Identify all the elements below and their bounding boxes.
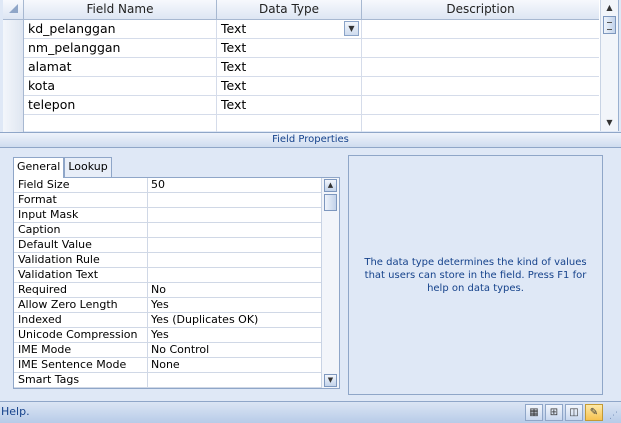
property-value[interactable] (148, 373, 320, 387)
scroll-up-icon[interactable]: ▲ (603, 2, 616, 14)
data-type-cell[interactable]: Text (217, 58, 362, 77)
status-text: Help. (1, 405, 30, 418)
data-type-cell[interactable]: Text ▼ (217, 20, 362, 39)
select-all-icon[interactable] (9, 4, 18, 13)
view-switcher: ▦ ⊞ ◫ ✎ (525, 404, 603, 421)
status-bar: Help. ▦ ⊞ ◫ ✎ ⋰ (0, 401, 621, 423)
property-value[interactable]: 50 (148, 178, 320, 192)
pivot-chart-view-icon[interactable]: ◫ (565, 404, 583, 421)
property-value[interactable] (148, 238, 320, 252)
property-label: Input Mask (14, 208, 148, 222)
property-label: Smart Tags (14, 373, 148, 387)
field-row[interactable]: nm_pelanggan Text (3, 39, 599, 58)
column-header-data-type[interactable]: Data Type (217, 0, 362, 20)
property-help-panel: The data type determines the kind of val… (348, 155, 603, 395)
property-row[interactable]: Allow Zero Length Yes (14, 298, 339, 313)
property-value[interactable]: No (148, 283, 320, 297)
chevron-down-icon[interactable]: ▼ (344, 21, 359, 36)
field-name-cell[interactable]: kd_pelanggan (24, 20, 217, 39)
scroll-down-icon[interactable]: ▼ (603, 117, 616, 129)
grid-header: Field Name Data Type Description (3, 0, 599, 20)
resize-grip-icon[interactable]: ⋰ (609, 411, 619, 421)
property-row[interactable]: Validation Rule (14, 253, 339, 268)
property-row[interactable]: IME Mode No Control (14, 343, 339, 358)
field-row[interactable]: alamat Text (3, 58, 599, 77)
pivot-table-view-icon[interactable]: ⊞ (545, 404, 563, 421)
field-name-cell[interactable]: nm_pelanggan (24, 39, 217, 58)
field-row[interactable]: telepon Text (3, 96, 599, 115)
table-design-grid: Field Name Data Type Description kd_pela… (3, 0, 619, 134)
field-properties-header: Field Properties (0, 132, 621, 148)
property-row[interactable]: Default Value (14, 238, 339, 253)
property-value[interactable]: Yes (148, 298, 320, 312)
property-label: Indexed (14, 313, 148, 327)
property-label: Default Value (14, 238, 148, 252)
scroll-up-icon[interactable]: ▲ (324, 179, 337, 192)
field-rows: kd_pelanggan Text ▼ nm_pelanggan Text al… (3, 20, 599, 134)
property-value[interactable] (148, 268, 320, 282)
property-label: Caption (14, 223, 148, 237)
property-label: Allow Zero Length (14, 298, 148, 312)
scroll-thumb[interactable] (603, 16, 616, 34)
description-cell[interactable] (362, 39, 599, 58)
field-properties-list: Field Size 50 Format Input Mask Caption D… (13, 177, 340, 389)
property-value[interactable] (148, 253, 320, 267)
properties-scrollbar[interactable]: ▲ ▼ (321, 178, 339, 388)
field-row[interactable]: kd_pelanggan Text ▼ (3, 20, 599, 39)
property-label: Required (14, 283, 148, 297)
property-label: Validation Rule (14, 253, 148, 267)
field-row[interactable]: kota Text (3, 77, 599, 96)
properties-tabs: General Lookup (13, 157, 112, 178)
description-cell[interactable] (362, 96, 599, 115)
row-selector[interactable] (3, 20, 24, 39)
property-label: Validation Text (14, 268, 148, 282)
property-value[interactable]: Yes (148, 328, 320, 342)
property-label: IME Mode (14, 343, 148, 357)
property-row[interactable]: Unicode Compression Yes (14, 328, 339, 343)
property-row[interactable]: Required No (14, 283, 339, 298)
property-row[interactable]: Indexed Yes (Duplicates OK) (14, 313, 339, 328)
design-view-icon[interactable]: ✎ (585, 404, 603, 421)
property-label: IME Sentence Mode (14, 358, 148, 372)
property-row[interactable]: Smart Tags (14, 373, 339, 388)
column-header-field-name[interactable]: Field Name (24, 0, 217, 20)
row-selector[interactable] (3, 96, 24, 115)
description-cell[interactable] (362, 77, 599, 96)
property-value[interactable] (148, 223, 320, 237)
property-value[interactable] (148, 193, 320, 207)
grid-vertical-scrollbar[interactable]: ▲ ▼ (600, 0, 618, 131)
property-row[interactable]: Validation Text (14, 268, 339, 283)
property-row[interactable]: Input Mask (14, 208, 339, 223)
property-row[interactable]: IME Sentence Mode None (14, 358, 339, 373)
field-name-cell[interactable]: telepon (24, 96, 217, 115)
property-value[interactable]: Yes (Duplicates OK) (148, 313, 320, 327)
scroll-down-icon[interactable]: ▼ (324, 374, 337, 387)
property-label: Unicode Compression (14, 328, 148, 342)
data-type-value: Text (221, 21, 247, 36)
property-row[interactable]: Format (14, 193, 339, 208)
description-cell[interactable] (362, 20, 599, 39)
property-value[interactable]: No Control (148, 343, 320, 357)
description-cell[interactable] (362, 58, 599, 77)
row-selector[interactable] (3, 77, 24, 96)
column-header-description[interactable]: Description (362, 0, 599, 20)
data-type-cell[interactable]: Text (217, 39, 362, 58)
property-value[interactable]: None (148, 358, 320, 372)
property-label: Format (14, 193, 148, 207)
property-row[interactable]: Caption (14, 223, 339, 238)
row-selector[interactable] (3, 39, 24, 58)
help-text: The data type determines the kind of val… (364, 256, 587, 294)
tab-lookup[interactable]: Lookup (64, 157, 112, 177)
datasheet-view-icon[interactable]: ▦ (525, 404, 543, 421)
row-selector[interactable] (3, 58, 24, 77)
scroll-thumb[interactable] (324, 194, 337, 211)
data-type-cell[interactable]: Text (217, 96, 362, 115)
tab-general[interactable]: General (13, 157, 65, 178)
field-name-cell[interactable]: kota (24, 77, 217, 96)
property-value[interactable] (148, 208, 320, 222)
property-row[interactable]: Field Size 50 (14, 178, 339, 193)
property-label: Field Size (14, 178, 148, 192)
field-name-cell[interactable]: alamat (24, 58, 217, 77)
data-type-cell[interactable]: Text (217, 77, 362, 96)
